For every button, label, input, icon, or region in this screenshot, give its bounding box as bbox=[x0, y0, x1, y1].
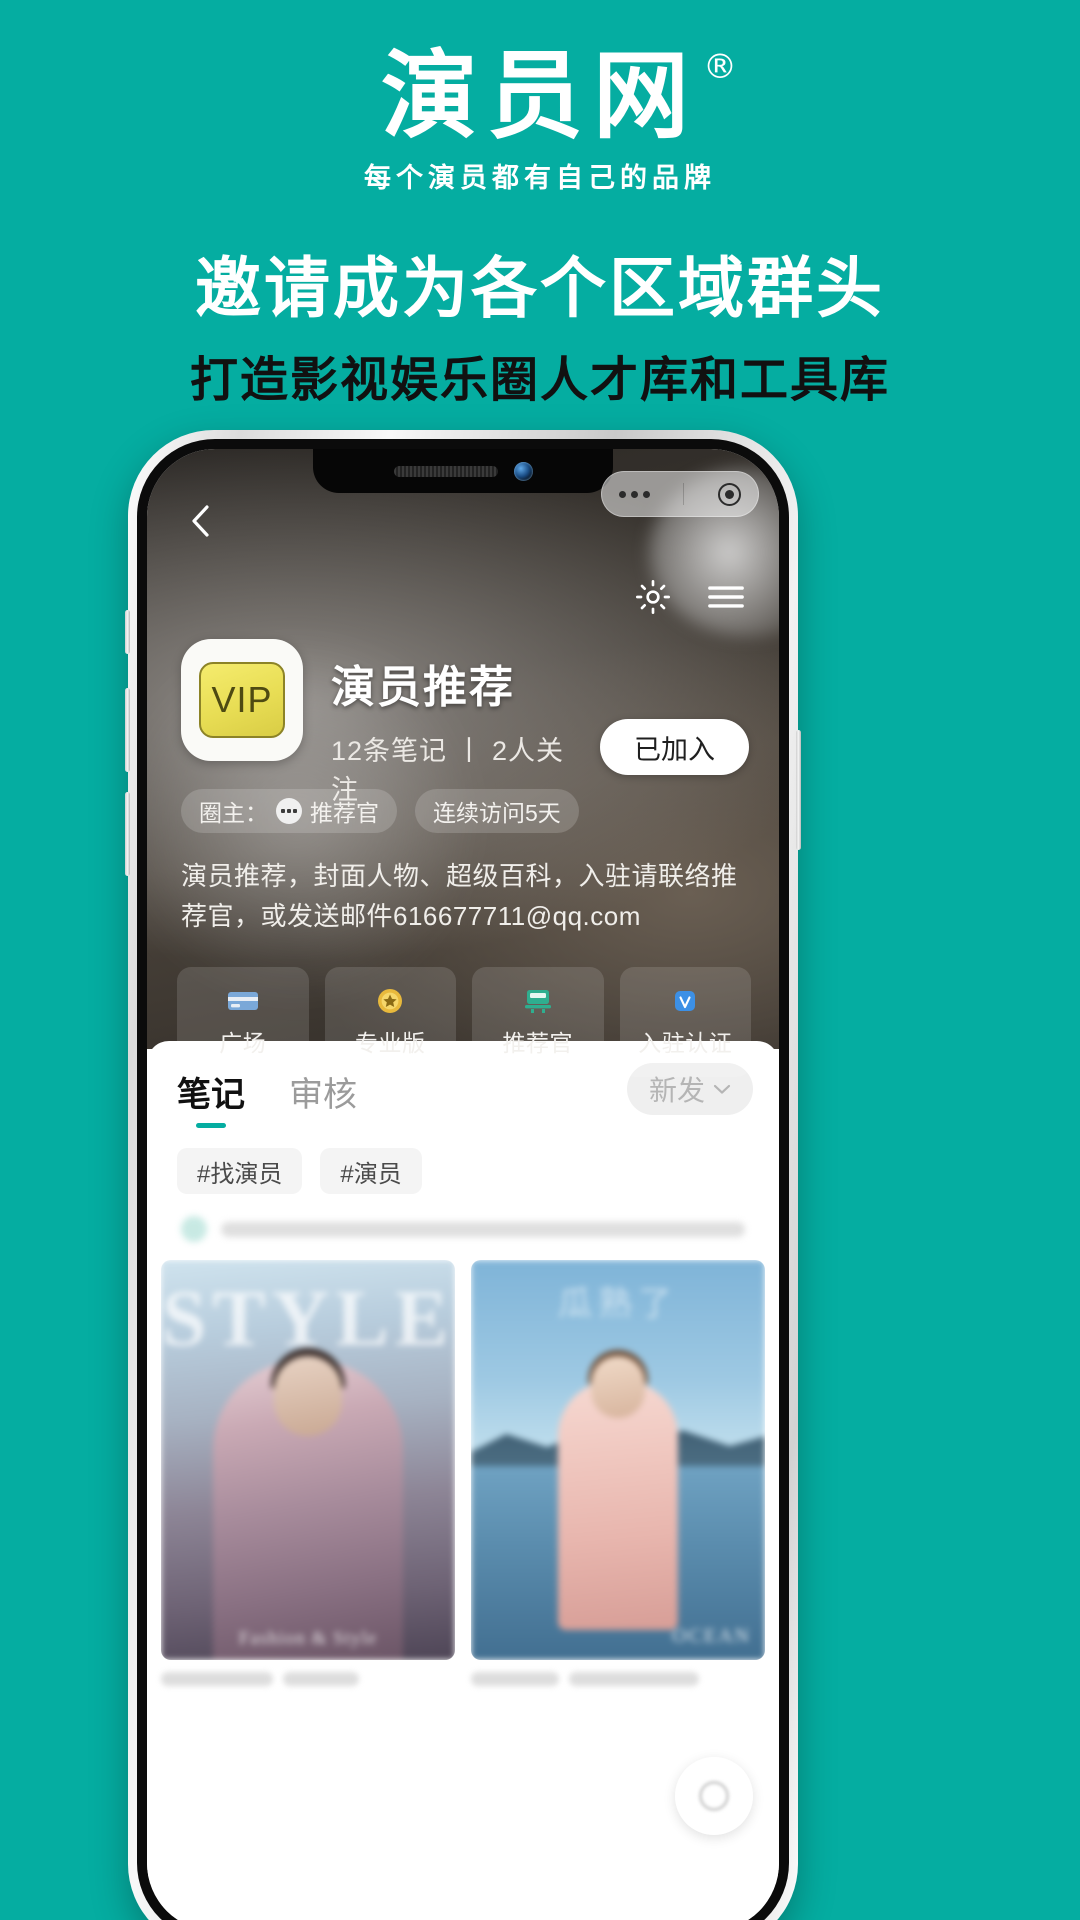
tile-verify-label: 入驻认证 bbox=[638, 1030, 733, 1056]
announcement-row-placeholder bbox=[147, 1194, 779, 1242]
note-cover-image: 瓜熟了 OCEAN bbox=[471, 1260, 765, 1660]
group-badge-row: 圈主： 推荐官 连续访问5天 bbox=[181, 789, 749, 833]
phone-notch bbox=[313, 449, 613, 493]
brand-tagline: 每个演员都有自己的品牌 bbox=[364, 163, 716, 193]
registered-mark-icon: ® bbox=[703, 47, 737, 87]
brand-logo-text: 演员网 bbox=[381, 40, 699, 152]
group-description: 演员推荐，封面人物、超级百科，入驻请联络推荐官，或发送邮件616677711@q… bbox=[181, 861, 738, 931]
pro-coin-icon bbox=[371, 986, 409, 1016]
brand-logo: 演员网 ® bbox=[381, 48, 737, 144]
announcement-avatar bbox=[181, 1216, 207, 1242]
tile-verify[interactable]: 入驻认证 bbox=[619, 967, 751, 1077]
phone-mute-switch[interactable] bbox=[125, 610, 130, 654]
phone-screen: VIP 演员推荐 12条笔记 丨 2人关注 已加入 圈主： 推荐官 连续访问5天 bbox=[147, 449, 779, 1920]
tile-plaza[interactable]: 广场 bbox=[177, 967, 309, 1077]
brand-block: 演员网 ® 每个演员都有自己的品牌 bbox=[0, 48, 1080, 195]
phone-mockup: VIP 演员推荐 12条笔记 丨 2人关注 已加入 圈主： 推荐官 连续访问5天 bbox=[125, 430, 801, 1920]
group-title: 演员推荐 bbox=[331, 662, 515, 713]
hashtag-row: #找演员 #演员 bbox=[147, 1130, 779, 1194]
earpiece-speaker-icon bbox=[393, 465, 498, 477]
phone-volume-down-button[interactable] bbox=[125, 792, 130, 876]
camera-shutter-icon bbox=[699, 1781, 729, 1811]
quick-action-tiles: 广场 专业版 推荐官 入驻认证 bbox=[177, 967, 751, 1077]
promo-headline: 邀请成为各个区域群头 bbox=[195, 250, 885, 327]
chevron-left-icon bbox=[192, 505, 209, 537]
model-head bbox=[274, 1356, 342, 1436]
back-button[interactable] bbox=[181, 501, 221, 541]
note-meta-placeholder bbox=[147, 1660, 779, 1686]
note-cover-image: STYLE Fashion & Style bbox=[161, 1260, 455, 1660]
avatar[interactable]: VIP bbox=[181, 639, 303, 761]
phone-power-button[interactable] bbox=[796, 730, 801, 850]
tile-recommender-label: 推荐官 bbox=[502, 1030, 573, 1056]
owner-pill-label: 推荐官 bbox=[310, 800, 379, 826]
capsule-divider bbox=[683, 483, 685, 505]
front-camera-icon bbox=[513, 461, 533, 481]
owner-pill[interactable]: 圈主： 推荐官 bbox=[181, 789, 397, 833]
tile-plaza-label: 广场 bbox=[219, 1030, 267, 1056]
note-card[interactable]: 瓜熟了 OCEAN bbox=[471, 1260, 765, 1660]
mini-program-capsule[interactable] bbox=[601, 471, 759, 517]
promo-subheadline: 打造影视娱乐圈人才库和工具库 bbox=[189, 352, 890, 408]
phone-volume-up-button[interactable] bbox=[125, 688, 130, 772]
camera-shutter-button[interactable] bbox=[675, 1757, 753, 1835]
phone-bezel: VIP 演员推荐 12条笔记 丨 2人关注 已加入 圈主： 推荐官 连续访问5天 bbox=[137, 439, 789, 1920]
streak-pill: 连续访问5天 bbox=[415, 789, 579, 833]
announcement-text-placeholder bbox=[221, 1221, 745, 1237]
tile-pro[interactable]: 专业版 bbox=[324, 967, 456, 1077]
chevron-down-icon bbox=[713, 1084, 731, 1094]
tile-recommender[interactable]: 推荐官 bbox=[472, 967, 604, 1077]
note-card[interactable]: STYLE Fashion & Style bbox=[161, 1260, 455, 1660]
verify-badge-icon bbox=[666, 986, 704, 1016]
tile-pro-label: 专业版 bbox=[355, 1030, 426, 1056]
content-sheet: 笔记 审核 新发 #找演员 #演员 STYLE Fashion & Style … bbox=[147, 1041, 779, 1920]
note-card-grid: STYLE Fashion & Style 瓜熟了 OCEAN bbox=[147, 1242, 779, 1660]
streak-pill-label: 连续访问5天 bbox=[433, 800, 561, 826]
cover-caption: Fashion & Style bbox=[238, 1628, 378, 1649]
plaza-card-icon bbox=[224, 986, 262, 1016]
joined-button[interactable]: 已加入 bbox=[600, 719, 749, 775]
owner-pill-prefix: 圈主： bbox=[199, 800, 268, 826]
hashtag-chip[interactable]: #找演员 bbox=[177, 1148, 303, 1194]
cover-caption: OCEAN bbox=[672, 1625, 751, 1647]
recommender-desk-icon bbox=[519, 986, 557, 1016]
vip-badge: VIP bbox=[199, 662, 285, 738]
hero-action-icons bbox=[633, 577, 747, 617]
owner-avatar-icon bbox=[276, 798, 302, 824]
more-dots-icon[interactable] bbox=[618, 490, 650, 498]
hashtag-chip[interactable]: #演员 bbox=[320, 1148, 422, 1194]
target-circle-icon[interactable] bbox=[718, 482, 742, 506]
cover-overlay-title: 瓜熟了 bbox=[558, 1284, 678, 1324]
group-meta: 演员推荐 12条笔记 丨 2人关注 bbox=[331, 639, 572, 807]
hamburger-menu-icon[interactable] bbox=[705, 577, 747, 617]
gear-icon[interactable] bbox=[633, 577, 673, 617]
model-head bbox=[591, 1356, 645, 1418]
group-identity-row: VIP 演员推荐 12条笔记 丨 2人关注 已加入 bbox=[181, 639, 749, 807]
